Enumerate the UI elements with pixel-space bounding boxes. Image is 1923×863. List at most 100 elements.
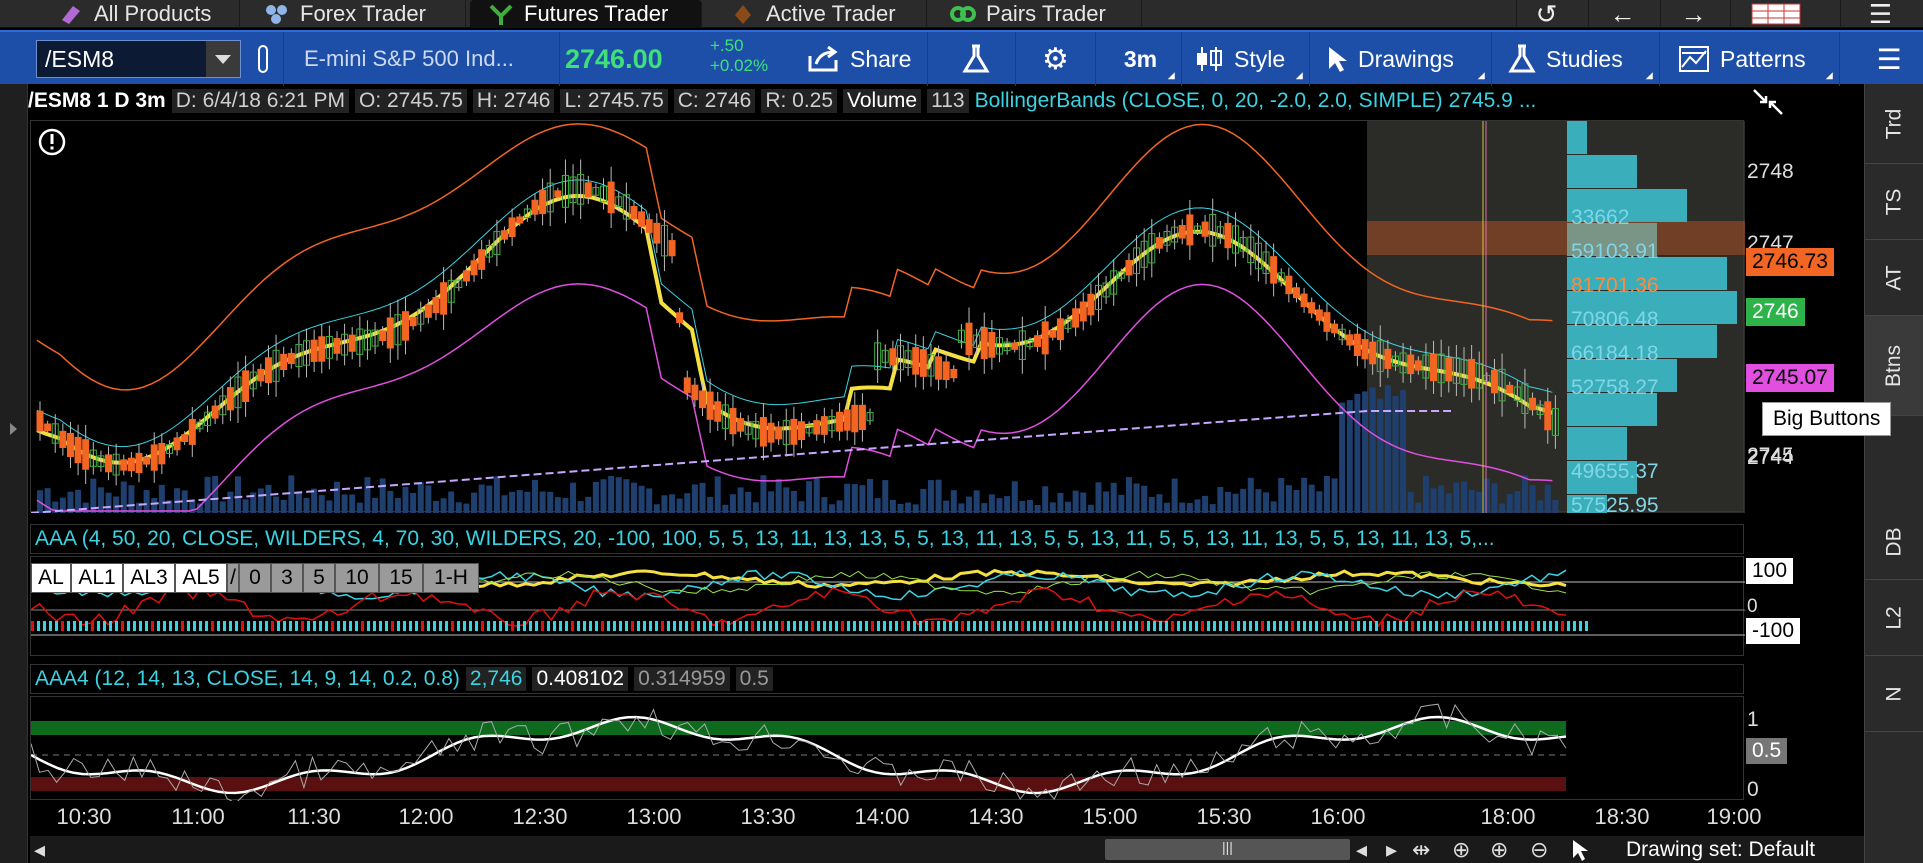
- separator-button[interactable]: /: [227, 563, 239, 593]
- aaa4-study-canvas: [30, 703, 1567, 804]
- forward-arrow-icon[interactable]: →: [1660, 0, 1726, 29]
- aaa-signal-dot: [787, 621, 790, 631]
- volume-bar: [943, 500, 950, 513]
- scroll-left-icon[interactable]: ◂: [34, 836, 45, 863]
- aaa-signal-dot: [163, 621, 166, 631]
- collapse-chart-icon[interactable]: [1750, 86, 1786, 123]
- horizontal-scrollbar-thumb[interactable]: |||: [1105, 839, 1350, 860]
- aaa-signal-dot: [1069, 621, 1072, 631]
- zoom-out-icon[interactable]: ⊖: [1530, 836, 1548, 863]
- tab-forex-trader[interactable]: Forex Trader: [246, 0, 466, 28]
- aaa-signal-dot: [1405, 621, 1408, 631]
- interval-button-0[interactable]: 0: [239, 563, 271, 593]
- time-axis[interactable]: 10:30 11:00 11:30 12:00 12:30 13:00 13:3…: [30, 802, 1761, 832]
- sidebar-tab-n[interactable]: N: [1865, 656, 1923, 732]
- price-axis[interactable]: 2748 2747 2745 2744 2746.73 2746 2745.07…: [1744, 120, 1864, 801]
- aaa-signal-dot: [115, 621, 118, 631]
- back-arrow-icon[interactable]: ←: [1588, 0, 1656, 29]
- share-button[interactable]: Share: [800, 32, 928, 86]
- tab-pairs-trader[interactable]: Pairs Trader: [932, 0, 1142, 28]
- zoom-in-icon[interactable]: ⊕: [1490, 836, 1508, 863]
- sidebar-tab-ts[interactable]: TS: [1865, 164, 1923, 240]
- volume-profile-labels: 33662 59103.91 81701.36 70806.48 66184.1…: [1571, 201, 1659, 523]
- price-chart[interactable]: 33662 59103.91 81701.36 70806.48 66184.1…: [30, 120, 1745, 528]
- aaa-signal-dot: [691, 621, 694, 631]
- aaa-study-pane[interactable]: AL AL1 AL3 AL5 / 0 3 5 10 15 1-H: [30, 556, 1745, 656]
- aaa-signal-dot: [1429, 621, 1432, 631]
- tab-futures-trader[interactable]: Futures Trader: [470, 0, 702, 28]
- patterns-menu[interactable]: Patterns: [1670, 32, 1840, 86]
- aaa-signal-dot: [985, 621, 988, 631]
- aaa4-study-pane[interactable]: [30, 696, 1744, 804]
- interval-button-3[interactable]: 3: [271, 563, 303, 593]
- grid-layout-icon[interactable]: [1730, 0, 1820, 28]
- volume-bar: [1529, 485, 1536, 513]
- candle-body: [584, 182, 592, 198]
- al-button[interactable]: AL: [31, 563, 71, 593]
- more-studies[interactable]: ...: [1519, 89, 1537, 113]
- symbol-dropdown-button[interactable]: [206, 41, 240, 77]
- sidebar-tab-l2[interactable]: L2: [1865, 580, 1923, 656]
- sidebar-tab-at[interactable]: AT: [1865, 240, 1923, 316]
- candle-body: [478, 249, 486, 270]
- flask-button[interactable]: [936, 32, 1016, 86]
- sidebar-tab-btns[interactable]: Btns: [1865, 316, 1923, 416]
- aaa-signal-dot: [553, 621, 556, 631]
- tab-all-products[interactable]: All Products: [40, 0, 240, 28]
- al1-button[interactable]: AL1: [71, 563, 123, 593]
- undo-icon[interactable]: ↺: [1516, 0, 1576, 29]
- pointer-icon[interactable]: [1570, 836, 1590, 863]
- volume-bar: [158, 484, 165, 513]
- sidebar-tab-trd[interactable]: Trd: [1865, 84, 1923, 164]
- candle-body: [188, 418, 196, 445]
- volume-bar: [356, 502, 363, 513]
- upper-bollinger-line: [36, 123, 1553, 391]
- tab-active-trader[interactable]: Active Trader: [712, 0, 927, 28]
- menu-icon[interactable]: ☰: [1840, 0, 1920, 29]
- style-menu[interactable]: Style: [1186, 32, 1310, 86]
- candle-body: [858, 404, 866, 431]
- aaa-signal-dot: [679, 621, 682, 631]
- interval-button-15[interactable]: 15: [379, 563, 423, 593]
- crosshair-icon[interactable]: ⊕: [1452, 836, 1470, 863]
- scroll-left-icon[interactable]: ◂: [1356, 836, 1367, 863]
- sidebar-tab-label: L2: [1882, 605, 1906, 630]
- aaa-signal-dot: [709, 621, 712, 631]
- aaa-signal-dot: [157, 621, 160, 631]
- candle-body: [1201, 221, 1209, 237]
- al3-button[interactable]: AL3: [123, 563, 175, 593]
- volume-label: Volume: [843, 89, 922, 113]
- candle-body: [402, 311, 410, 341]
- bollinger-study-label[interactable]: BollingerBands (CLOSE, 0, 20, -2.0, 2.0,…: [975, 89, 1443, 113]
- interval-button-10[interactable]: 10: [335, 563, 379, 593]
- expand-horizontal-icon[interactable]: ⇹: [1412, 836, 1430, 863]
- volume-bar: [1133, 483, 1140, 513]
- aaa-study-header[interactable]: AAA (4, 50, 20, CLOSE, WILDERS, 4, 70, 3…: [30, 524, 1744, 554]
- alert-icon[interactable]: [37, 127, 67, 162]
- interval-button-1h[interactable]: 1-H: [423, 563, 479, 593]
- drawings-menu[interactable]: Drawings: [1318, 32, 1492, 86]
- drawing-set-selector[interactable]: Drawing set: Default: [1626, 838, 1815, 862]
- time-axis-label: 18:00: [1480, 804, 1536, 829]
- aaa-signal-dot: [1261, 621, 1264, 631]
- settings-button[interactable]: ⚙: [1016, 32, 1096, 86]
- candle-body: [630, 206, 638, 220]
- candle-body: [1125, 260, 1133, 276]
- menu-icon[interactable]: ☰: [1856, 32, 1922, 86]
- aaa-signal-dot: [1099, 621, 1102, 631]
- link-icon[interactable]: [248, 32, 284, 86]
- symbol-input[interactable]: /ESM8: [36, 40, 241, 78]
- volume-bar: [1270, 501, 1277, 513]
- candle-body: [965, 322, 973, 356]
- timeframe-dropdown[interactable]: 3m: [1100, 32, 1182, 86]
- scroll-right-icon[interactable]: ▸: [1386, 836, 1397, 863]
- volume-bar: [1461, 481, 1468, 513]
- al5-button[interactable]: AL5: [175, 563, 227, 593]
- interval-button-5[interactable]: 5: [303, 563, 335, 593]
- candle-body: [173, 437, 181, 451]
- volume-bar: [128, 485, 135, 513]
- aaa4-study-label[interactable]: AAA4 (12, 14, 13, CLOSE, 14, 9, 14, 0.2,…: [35, 667, 460, 691]
- studies-menu[interactable]: Studies: [1500, 32, 1660, 86]
- sidebar-tab-db[interactable]: DB: [1865, 504, 1923, 580]
- left-collapse-strip[interactable]: [0, 84, 28, 863]
